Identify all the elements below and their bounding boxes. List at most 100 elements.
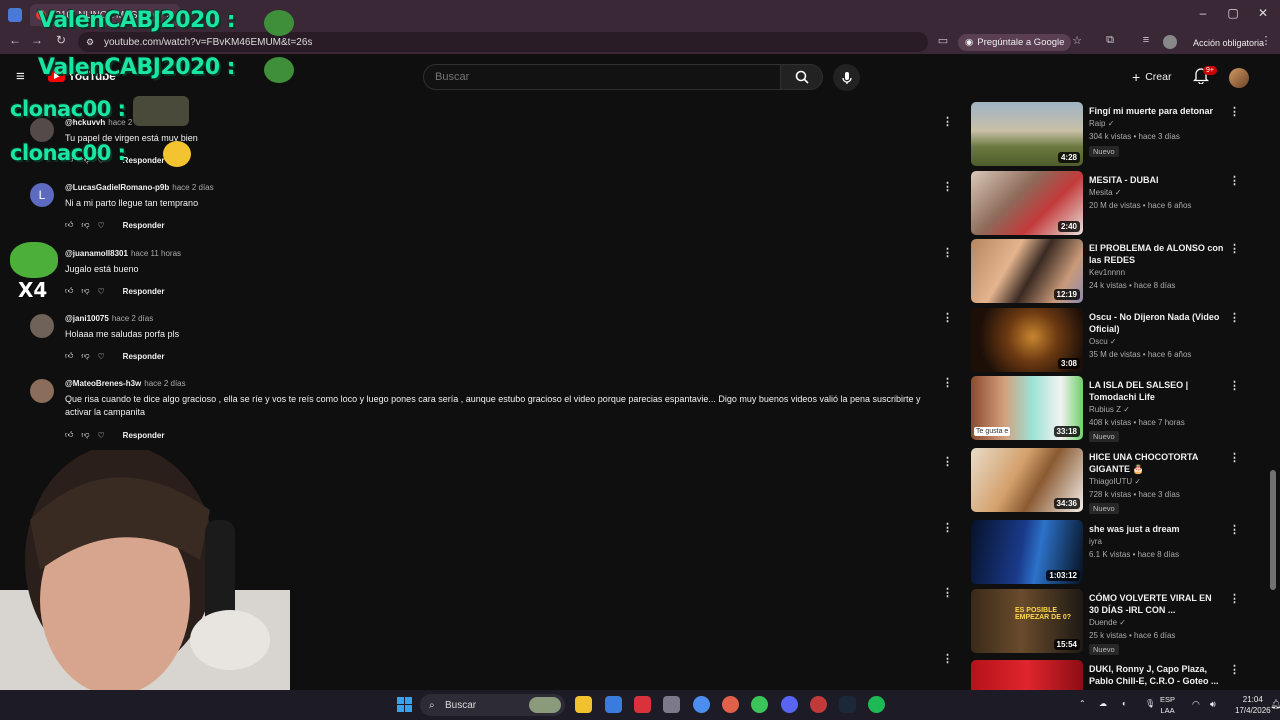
channel-name[interactable]: Duende xyxy=(1089,618,1117,627)
comment-time[interactable]: hace 11 horas xyxy=(131,249,181,258)
channel-name[interactable]: Oscu xyxy=(1089,337,1108,346)
back-icon[interactable]: ← xyxy=(6,33,24,47)
comment-time[interactable]: hace 2 días xyxy=(112,314,153,323)
maximize-icon[interactable]: ▢ xyxy=(1223,6,1243,20)
video-channel[interactable]: Raip ✓ xyxy=(1089,119,1114,128)
minimize-icon[interactable]: – xyxy=(1193,6,1213,20)
reply-button[interactable]: Responder xyxy=(123,352,165,361)
like-icon[interactable]: 👍︎ xyxy=(65,430,73,440)
channel-name[interactable]: Kev1nnnn xyxy=(1089,268,1125,277)
comment-menu-icon[interactable]: ⋮ xyxy=(942,311,953,324)
app-icon[interactable] xyxy=(663,696,680,713)
video-title[interactable]: MESITA - DUBAI xyxy=(1089,174,1224,186)
taskbar-search[interactable]: ⌕ Buscar xyxy=(420,694,565,716)
reply-button[interactable]: Responder xyxy=(123,431,165,440)
reply-button[interactable]: Responder xyxy=(123,221,165,230)
video-menu-icon[interactable]: ⋮ xyxy=(1229,523,1240,536)
commenter-avatar[interactable] xyxy=(30,379,54,403)
commenter-avatar[interactable] xyxy=(30,314,54,338)
video-title[interactable]: Fingí mi muerte para detonar xyxy=(1089,105,1224,117)
cast-icon[interactable]: ▭ xyxy=(935,34,951,47)
comment-menu-icon[interactable]: ⋮ xyxy=(942,246,953,259)
forward-icon[interactable]: → xyxy=(28,33,46,47)
video-menu-icon[interactable]: ⋮ xyxy=(1229,311,1240,324)
search-input[interactable] xyxy=(423,64,781,90)
extensions-icon[interactable]: ⧉ xyxy=(1102,34,1118,47)
account-avatar[interactable] xyxy=(1229,68,1249,88)
recommended-video[interactable]: 2:40 MESITA - DUBAI Mesita ✓ 20 M de vis… xyxy=(971,171,1261,235)
video-title[interactable]: HICE UNA CHOCOTORTA GIGANTE 🎂 xyxy=(1089,451,1224,475)
heart-icon[interactable]: ♡ xyxy=(98,352,105,361)
video-title[interactable]: Oscu - No Dijeron Nada (Video Oficial) xyxy=(1089,311,1224,335)
video-channel[interactable]: ThiagoIUTU ✓ xyxy=(1089,477,1141,486)
comment-menu-icon[interactable]: ⋮ xyxy=(942,376,953,389)
like-icon[interactable]: 👍︎ xyxy=(65,220,73,230)
like-icon[interactable]: 👍︎ xyxy=(65,351,73,361)
dislike-icon[interactable]: 👎︎ xyxy=(81,220,89,230)
windows-start-icon[interactable] xyxy=(397,697,412,712)
comment-time[interactable]: hace 2 días xyxy=(172,183,213,192)
comment-time[interactable]: hace 2 días xyxy=(144,379,185,388)
recommended-video[interactable]: 12:19 El PROBLEMA de ALONSO con las REDE… xyxy=(971,239,1261,303)
heart-icon[interactable]: ♡ xyxy=(98,287,105,296)
video-menu-icon[interactable]: ⋮ xyxy=(1229,592,1240,605)
video-menu-icon[interactable]: ⋮ xyxy=(1229,105,1240,118)
video-menu-icon[interactable]: ⋮ xyxy=(1229,174,1240,187)
channel-name[interactable]: Mesita xyxy=(1089,188,1113,197)
comment-menu-icon[interactable]: ⋮ xyxy=(942,180,953,193)
reading-list-icon[interactable]: ≡ xyxy=(1138,34,1154,46)
video-menu-icon[interactable]: ⋮ xyxy=(1229,663,1240,676)
recommended-video[interactable]: 4:28 Fingí mi muerte para detonar Raip ✓… xyxy=(971,102,1261,166)
comment-menu-icon[interactable]: ⋮ xyxy=(942,652,953,665)
video-thumbnail[interactable]: 4:28 xyxy=(971,102,1083,166)
recommended-video[interactable]: 1:03:12 she was just a dream iyra 6.1 K … xyxy=(971,520,1261,584)
create-button[interactable]: + Crear xyxy=(1124,66,1179,88)
reply-button[interactable]: Responder xyxy=(123,156,165,165)
site-info-icon[interactable]: ⚙ xyxy=(86,37,94,48)
app-icon[interactable] xyxy=(605,696,622,713)
video-menu-icon[interactable]: ⋮ xyxy=(1229,242,1240,255)
bookmark-star-icon[interactable]: ☆ xyxy=(1069,34,1085,47)
ask-google-button[interactable]: ◉ Pregúntale a Google xyxy=(958,34,1072,51)
comment-author[interactable]: @MateoBrenes-h3w xyxy=(65,379,141,388)
recommended-video[interactable]: 34:36 HICE UNA CHOCOTORTA GIGANTE 🎂 Thia… xyxy=(971,448,1261,514)
network-icon[interactable]: ◐ xyxy=(1122,699,1127,708)
like-icon[interactable]: 👍︎ xyxy=(65,286,73,296)
search-button[interactable] xyxy=(781,64,823,90)
video-channel[interactable]: Mesita ✓ xyxy=(1089,188,1122,197)
microphone-icon[interactable]: 🎙︎ xyxy=(1145,699,1155,708)
hamburger-menu-icon[interactable]: ≡ xyxy=(16,68,25,85)
recommended-video[interactable]: 3:08 Oscu - No Dijeron Nada (Video Ofici… xyxy=(971,308,1261,372)
dislike-icon[interactable]: 👎︎ xyxy=(81,430,89,440)
scrollbar-thumb[interactable] xyxy=(1270,470,1276,590)
comment-author[interactable]: @jani10075 xyxy=(65,314,109,323)
video-title[interactable]: LA ISLA DEL SALSEO | Tomodachi Life xyxy=(1089,379,1224,403)
video-title[interactable]: DUKI, Ronny J, Capo Plaza, Pablo Chill-E… xyxy=(1089,663,1224,687)
browser-app-icon[interactable] xyxy=(8,8,22,22)
language-indicator[interactable]: ESP LAA xyxy=(1160,694,1175,716)
video-thumbnail[interactable]: Te gusta e 33:18 xyxy=(971,376,1083,440)
recommended-video[interactable]: ES POSIBLE EMPEZAR DE 0? 15:54 CÓMO VOLV… xyxy=(971,589,1261,655)
comment-author[interactable]: @LucasGadielRomano-p9b xyxy=(65,183,169,192)
video-channel[interactable]: Rubius Z ✓ xyxy=(1089,405,1130,414)
cloud-icon[interactable]: ☁ xyxy=(1099,699,1107,708)
spotify-icon[interactable] xyxy=(868,696,885,713)
comment-menu-icon[interactable]: ⋮ xyxy=(942,115,953,128)
commenter-avatar[interactable] xyxy=(30,118,54,142)
recommended-video[interactable]: DUKI, Ronny J, Capo Plaza, Pablo Chill-E… xyxy=(971,660,1261,690)
discord-icon[interactable] xyxy=(781,696,798,713)
system-clock[interactable]: 21:04 17/4/2026 xyxy=(1235,694,1271,716)
dislike-icon[interactable]: 👎︎ xyxy=(81,286,89,296)
video-thumbnail[interactable]: 1:03:12 xyxy=(971,520,1083,584)
steam-icon[interactable] xyxy=(839,696,856,713)
comment-menu-icon[interactable]: ⋮ xyxy=(942,521,953,534)
video-title[interactable]: she was just a dream xyxy=(1089,523,1224,535)
channel-name[interactable]: Rubius Z xyxy=(1089,405,1121,414)
heart-icon[interactable]: ♡ xyxy=(98,221,105,230)
dislike-icon[interactable]: 👎︎ xyxy=(81,351,89,361)
tray-overflow-icon[interactable]: ⌃ xyxy=(1079,699,1086,708)
profile-icon[interactable] xyxy=(1163,35,1177,49)
video-menu-icon[interactable]: ⋮ xyxy=(1229,379,1240,392)
channel-name[interactable]: iyra xyxy=(1089,537,1102,546)
video-thumbnail[interactable]: 3:08 xyxy=(971,308,1083,372)
